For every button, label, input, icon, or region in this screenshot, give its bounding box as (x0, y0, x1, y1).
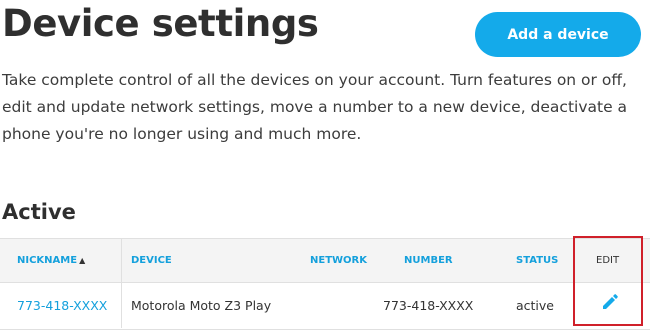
row-device: Motorola Moto Z3 Play (131, 298, 272, 313)
pencil-icon[interactable] (600, 292, 620, 310)
row-status: active (516, 298, 554, 313)
table-header: NICKNAME ▲ DEVICE NETWORK NUMBER STATUS E… (0, 238, 650, 283)
column-header-nickname-label: NICKNAME (17, 255, 78, 266)
page-title: Device settings (2, 2, 319, 45)
column-header-nickname[interactable]: NICKNAME ▲ (17, 239, 85, 282)
row-number: 773-418-XXXX (383, 298, 474, 313)
column-header-device[interactable]: DEVICE (131, 239, 172, 282)
column-divider (121, 239, 122, 328)
column-header-edit: EDIT (596, 255, 620, 266)
sort-ascending-icon: ▲ (79, 256, 86, 265)
row-nickname-link[interactable]: 773-418-XXXX (17, 283, 107, 329)
table-row: 773-418-XXXX Motorola Moto Z3 Play 773-4… (0, 283, 650, 330)
section-title-active: Active (2, 200, 76, 224)
column-header-number[interactable]: NUMBER (404, 239, 453, 282)
column-header-network[interactable]: NETWORK (310, 239, 367, 282)
devices-table: NICKNAME ▲ DEVICE NETWORK NUMBER STATUS E… (0, 238, 650, 330)
column-header-status[interactable]: STATUS (516, 239, 558, 282)
page-description: Take complete control of all the devices… (2, 71, 628, 143)
add-device-button[interactable]: Add a device (475, 12, 641, 57)
